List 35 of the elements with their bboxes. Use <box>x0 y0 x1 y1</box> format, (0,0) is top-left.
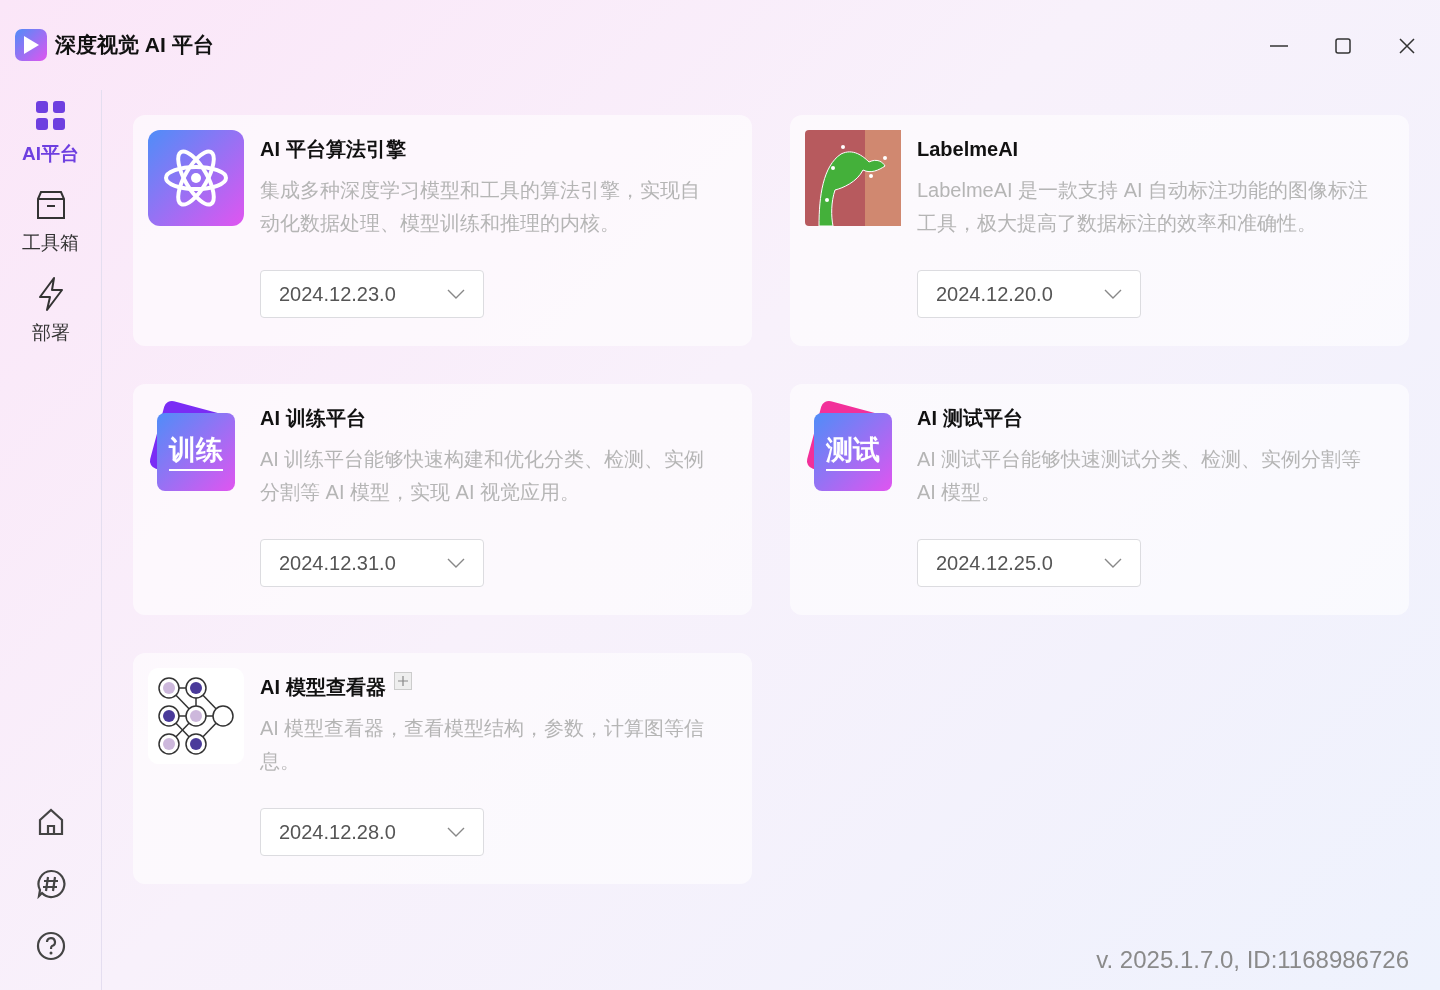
card-title: AI 测试平台 <box>917 406 1023 431</box>
chevron-down-icon <box>1104 558 1122 568</box>
card-description: AI 训练平台能够快速构建和优化分类、检测、实例分割等 AI 模型，实现 AI 视觉应用。 <box>260 447 706 505</box>
version-dropdown[interactable]: 2024.12.28.0 <box>260 808 484 856</box>
close-icon <box>1397 35 1417 56</box>
sidebar-item[interactable]: 工具箱 <box>0 182 101 263</box>
box-icon <box>34 188 67 221</box>
card-description: AI 测试平台能够快速测试分类、检测、实例分割等 AI 模型。 <box>917 447 1363 505</box>
grid-icon <box>34 100 67 132</box>
card-title: AI 平台算法引擎 <box>260 137 406 162</box>
version-dropdown[interactable]: 2024.12.20.0 <box>917 270 1141 318</box>
minimize-icon <box>1269 44 1289 47</box>
label-tile: 训练 <box>157 413 235 491</box>
chevron-down-icon <box>447 289 465 299</box>
version-dropdown[interactable]: 2024.12.23.0 <box>260 270 484 318</box>
window-title: 深度视觉 AI 平台 <box>55 32 214 59</box>
card-title: AI 训练平台 <box>260 406 366 431</box>
chevron-down-icon <box>447 558 465 568</box>
sidebar-item[interactable]: AI平台 <box>0 94 101 175</box>
card-title: LabelmeAI <box>917 137 1019 162</box>
card-description: LabelmeAI 是一款支持 AI 自动标注功能的图像标注工具，极大提高了数据标注的效率和准确性。 <box>917 178 1369 236</box>
neural-network-icon <box>148 668 244 764</box>
chevron-down-icon <box>1104 289 1122 299</box>
version-dropdown[interactable]: 2024.12.31.0 <box>260 539 484 587</box>
card-title: AI 模型查看器 <box>260 675 386 700</box>
atom-icon <box>148 130 244 226</box>
version-label: v. 2025.1.7.0, ID:1168986726 <box>1096 946 1409 973</box>
card-description: 集成多种深度学习模型和工具的算法引擎，实现自动化数据处理、模型训练和推理的内核。 <box>260 178 701 236</box>
version-dropdown[interactable]: 2024.12.25.0 <box>917 539 1141 587</box>
app-logo <box>15 29 47 61</box>
label-tile: 测试 <box>814 413 892 491</box>
sidebar-item[interactable]: 部署 <box>0 271 101 354</box>
chevron-down-icon <box>447 827 465 837</box>
card-description: AI 模型查看器，查看模型结构，参数，计算图等信息。 <box>260 716 706 774</box>
maximize-icon <box>1333 35 1353 56</box>
